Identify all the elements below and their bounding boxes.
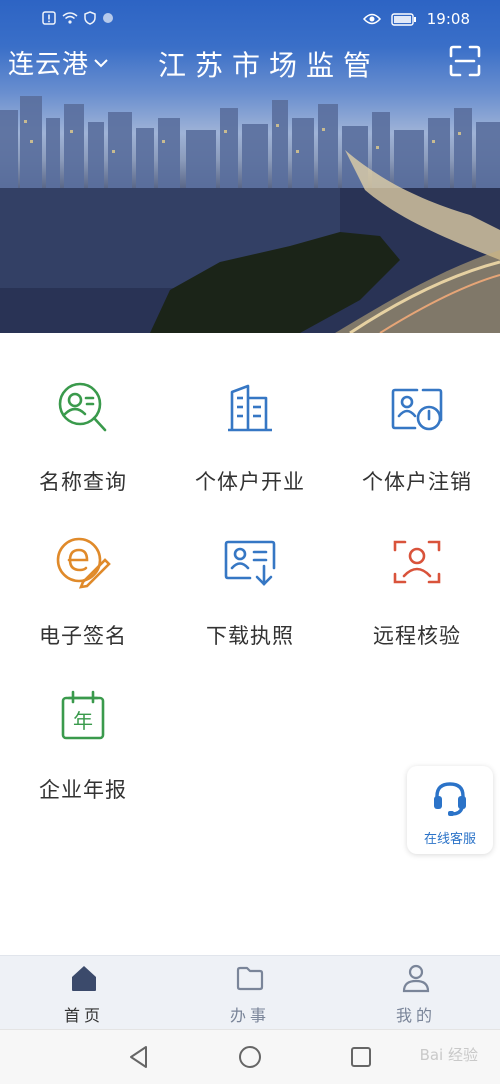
tab-services[interactable]: 办事 <box>190 962 310 1026</box>
status-bar: 19:08 <box>0 0 500 38</box>
service-label: 远程核验 <box>373 624 461 648</box>
online-service-label: 在线客服 <box>423 832 476 847</box>
folder-icon <box>236 966 264 991</box>
home-circle-icon[interactable] <box>237 1044 263 1070</box>
shield-icon <box>84 11 96 25</box>
scan-icon[interactable] <box>448 44 482 78</box>
service-tile-business-open[interactable]: 个体户开业 <box>167 378 333 496</box>
tab-home[interactable]: 首页 <box>24 962 144 1026</box>
service-label: 下载执照 <box>206 624 294 648</box>
remote-verify-icon <box>393 540 441 584</box>
service-label: 企业年报 <box>39 778 127 802</box>
user-icon <box>402 964 430 993</box>
calendar-glyph: 年 <box>73 709 93 733</box>
tab-mine[interactable]: 我的 <box>356 962 476 1026</box>
service-tile-business-close[interactable]: 个体户注销 <box>334 378 500 496</box>
eye-icon <box>362 13 381 25</box>
online-service-button[interactable]: 在线客服 <box>407 766 493 854</box>
annual-report-icon: 年 <box>61 690 105 740</box>
city-selector[interactable]: 连云港 <box>8 44 109 81</box>
battery-icon <box>391 12 416 26</box>
recents-icon[interactable] <box>348 1044 374 1070</box>
download-license-icon <box>224 540 276 586</box>
home-icon <box>72 966 96 991</box>
service-tile-download-license[interactable]: 下载执照 <box>167 532 333 650</box>
watermark: Bai 经验 <box>419 1046 478 1064</box>
app-screen: 19:08 连云港 江苏市场监管 名称查询 个体户开业 个体户注销 电子签名 下… <box>0 0 500 1084</box>
service-label: 名称查询 <box>39 470 127 494</box>
bottom-tab-bar: 首页 办事 我的 <box>0 955 500 1029</box>
name-search-icon <box>58 382 107 432</box>
tab-label: 我的 <box>395 1006 436 1025</box>
service-label: 电子签名 <box>39 624 127 648</box>
deregister-icon <box>391 388 443 431</box>
city-label: 连云港 <box>8 50 90 80</box>
service-tile-remote-verify[interactable]: 远程核验 <box>334 532 500 650</box>
status-icons-left <box>42 11 114 25</box>
service-tile-e-signature[interactable]: 电子签名 <box>0 532 166 650</box>
service-label: 个体户注销 <box>362 470 472 494</box>
chevron-down-icon <box>94 58 108 67</box>
e-signature-icon <box>56 537 111 589</box>
headset-icon <box>434 782 466 816</box>
notification-icon <box>103 13 113 23</box>
wifi-icon <box>62 12 78 24</box>
alert-icon <box>42 11 56 25</box>
tab-label: 办事 <box>229 1006 270 1025</box>
back-icon[interactable] <box>126 1044 152 1070</box>
service-tile-annual-report[interactable]: 年 企业年报 <box>0 686 166 804</box>
service-label: 个体户开业 <box>195 470 305 494</box>
app-title: 江苏市场监管 <box>158 49 381 82</box>
status-icons-right: 19:08 <box>362 10 470 28</box>
system-nav-bar: Bai 经验 <box>0 1029 500 1084</box>
hero-banner: 19:08 连云港 江苏市场监管 <box>0 0 500 333</box>
business-building-icon <box>228 384 272 432</box>
clock: 19:08 <box>426 10 470 28</box>
service-tile-name-search[interactable]: 名称查询 <box>0 378 166 496</box>
tab-label: 首页 <box>63 1006 104 1025</box>
